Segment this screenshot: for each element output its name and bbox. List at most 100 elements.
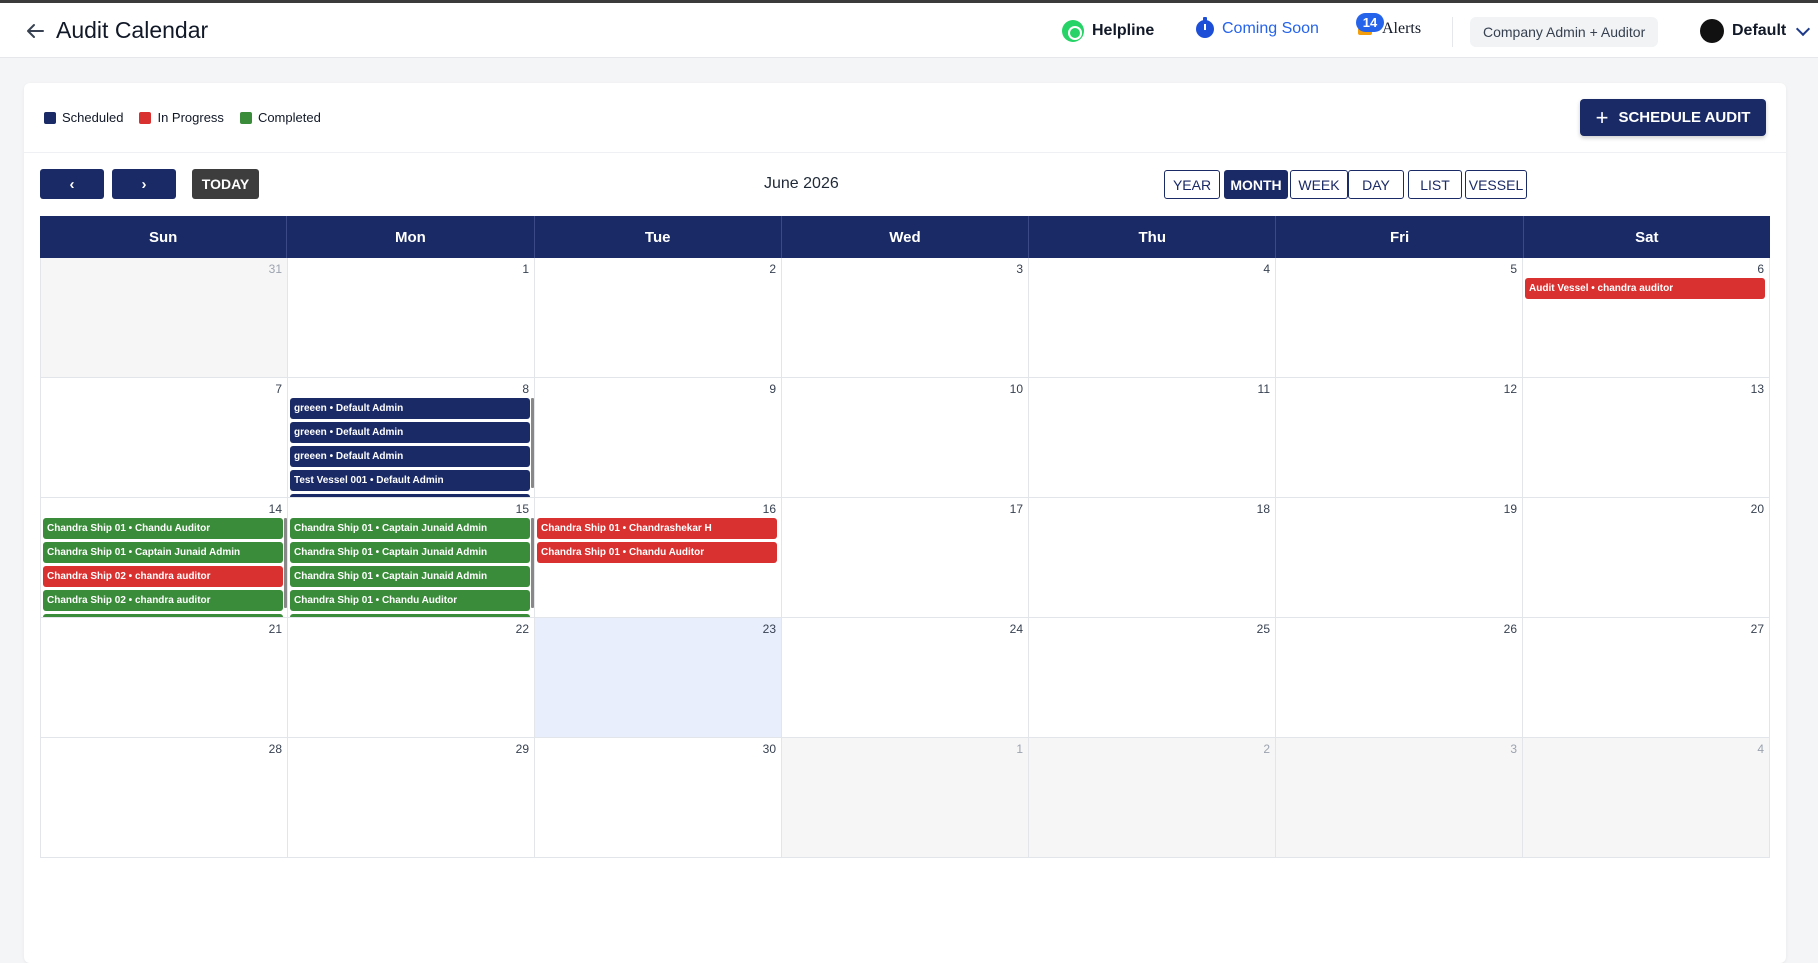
view-month-button[interactable]: MONTH (1224, 170, 1288, 199)
day-cell[interactable]: 12 (1276, 378, 1523, 498)
day-number[interactable]: 17 (1010, 502, 1023, 516)
view-vessel-button[interactable]: VESSEL (1465, 170, 1527, 199)
audit-event[interactable]: Chandra Ship 01 • Captain Junaid Admin (290, 542, 530, 563)
day-number[interactable]: 27 (1751, 622, 1764, 636)
day-number[interactable]: 21 (269, 622, 282, 636)
day-cell[interactable]: 20 (1523, 498, 1770, 618)
audit-event[interactable]: greeen • Default Admin (290, 398, 530, 419)
day-cell[interactable]: 6 Audit Vessel • chandra auditor (1523, 258, 1770, 378)
day-cell[interactable]: 31 (40, 258, 288, 378)
audit-event[interactable]: Test Vessel 001 • Default Admin (290, 470, 530, 491)
day-number[interactable]: 2 (1263, 742, 1270, 756)
day-cell[interactable]: 18 (1029, 498, 1276, 618)
day-cell[interactable]: 19 (1276, 498, 1523, 618)
day-number[interactable]: 20 (1751, 502, 1764, 516)
day-number[interactable]: 1 (522, 262, 529, 276)
view-week-button[interactable]: WEEK (1290, 170, 1348, 199)
day-number[interactable]: 19 (1504, 502, 1517, 516)
back-arrow-icon[interactable] (24, 20, 46, 42)
day-number[interactable]: 31 (269, 262, 282, 276)
day-cell[interactable]: 13 (1523, 378, 1770, 498)
view-year-button[interactable]: YEAR (1164, 170, 1220, 199)
day-cell[interactable]: 3 (782, 258, 1029, 378)
day-number[interactable]: 5 (1510, 262, 1517, 276)
day-cell[interactable]: 4 (1029, 258, 1276, 378)
day-cell[interactable]: 4 (1523, 738, 1770, 858)
day-number[interactable]: 28 (269, 742, 282, 756)
schedule-audit-button[interactable]: + SCHEDULE AUDIT (1580, 99, 1766, 136)
audit-event[interactable]: Chandra Ship 01 • Chandu Auditor (290, 590, 530, 611)
events-scrollbar[interactable] (531, 398, 534, 488)
audit-event[interactable]: greeen • Default Admin (290, 422, 530, 443)
day-number[interactable]: 16 (763, 502, 776, 516)
day-number[interactable]: 4 (1263, 262, 1270, 276)
events-scrollbar[interactable] (531, 518, 534, 608)
day-cell[interactable]: 16 Chandra Ship 01 • Chandrashekar H Chand… (535, 498, 782, 618)
day-cell[interactable]: 28 (40, 738, 288, 858)
audit-event[interactable]: Audit Vessel • chandra auditor (1525, 278, 1765, 299)
audit-event[interactable]: greeen • Default Admin (290, 446, 530, 467)
day-cell[interactable]: 23 (535, 618, 782, 738)
audit-event[interactable] (290, 614, 530, 617)
audit-event[interactable]: Chandra Ship 01 • Captain Junaid Admin (290, 566, 530, 587)
day-number[interactable]: 12 (1504, 382, 1517, 396)
day-number[interactable]: 24 (1010, 622, 1023, 636)
audit-event[interactable] (43, 614, 283, 617)
prev-month-button[interactable]: ‹ (40, 169, 104, 199)
day-number[interactable]: 26 (1504, 622, 1517, 636)
helpline-link[interactable]: Helpline (1062, 20, 1154, 42)
audit-event[interactable]: Chandra Ship 02 • chandra auditor (43, 566, 283, 587)
day-cell[interactable]: 7 (40, 378, 288, 498)
day-cell[interactable]: 11 (1029, 378, 1276, 498)
day-number[interactable]: 15 (516, 502, 529, 516)
day-cell[interactable]: 29 (288, 738, 535, 858)
day-number[interactable]: 3 (1510, 742, 1517, 756)
day-number[interactable]: 23 (763, 622, 776, 636)
day-cell[interactable]: 21 (40, 618, 288, 738)
day-number[interactable]: 8 (522, 382, 529, 396)
day-number[interactable]: 14 (269, 502, 282, 516)
day-cell[interactable]: 9 (535, 378, 782, 498)
day-number[interactable]: 22 (516, 622, 529, 636)
day-number[interactable]: 13 (1751, 382, 1764, 396)
view-list-button[interactable]: LIST (1408, 170, 1462, 199)
day-number[interactable]: 29 (516, 742, 529, 756)
day-number[interactable]: 1 (1016, 742, 1023, 756)
day-number[interactable]: 9 (769, 382, 776, 396)
events-scrollbar[interactable] (284, 518, 287, 608)
audit-event[interactable]: Chandra Ship 02 • chandra auditor (43, 590, 283, 611)
day-cell[interactable]: 10 (782, 378, 1029, 498)
next-month-button[interactable]: › (112, 169, 176, 199)
coming-soon-link[interactable]: Coming Soon (1196, 17, 1319, 38)
day-number[interactable]: 10 (1010, 382, 1023, 396)
day-cell[interactable]: 27 (1523, 618, 1770, 738)
day-cell[interactable]: 2 (1029, 738, 1276, 858)
day-number[interactable]: 4 (1757, 742, 1764, 756)
audit-event[interactable]: Chandra Ship 01 • Captain Junaid Admin (43, 542, 283, 563)
day-number[interactable]: 2 (769, 262, 776, 276)
day-cell[interactable]: 1 (782, 738, 1029, 858)
day-cell[interactable]: 17 (782, 498, 1029, 618)
user-menu[interactable]: Default (1700, 19, 1811, 43)
audit-event[interactable] (290, 494, 530, 497)
audit-event[interactable]: Chandra Ship 01 • Captain Junaid Admin (290, 518, 530, 539)
day-cell[interactable]: 15 Chandra Ship 01 • Captain Junaid Admin… (288, 498, 535, 618)
day-number[interactable]: 11 (1258, 382, 1270, 396)
day-cell[interactable]: 1 (288, 258, 535, 378)
day-number[interactable]: 6 (1757, 262, 1764, 276)
day-number[interactable]: 7 (275, 382, 282, 396)
today-button[interactable]: TODAY (192, 169, 259, 199)
day-cell[interactable]: 3 (1276, 738, 1523, 858)
role-chip[interactable]: Company Admin + Auditor (1470, 17, 1659, 47)
day-number[interactable]: 25 (1257, 622, 1270, 636)
day-number[interactable]: 3 (1016, 262, 1023, 276)
day-cell[interactable]: 2 (535, 258, 782, 378)
day-number[interactable]: 18 (1257, 502, 1270, 516)
day-cell[interactable]: 14 Chandra Ship 01 • Chandu Auditor Chandr… (40, 498, 288, 618)
audit-event[interactable]: Chandra Ship 01 • Chandrashekar H (537, 518, 777, 539)
audit-event[interactable]: Chandra Ship 01 • Chandu Auditor (537, 542, 777, 563)
view-day-button[interactable]: DAY (1348, 170, 1404, 199)
day-cell[interactable]: 24 (782, 618, 1029, 738)
day-number[interactable]: 30 (763, 742, 776, 756)
day-cell[interactable]: 5 (1276, 258, 1523, 378)
